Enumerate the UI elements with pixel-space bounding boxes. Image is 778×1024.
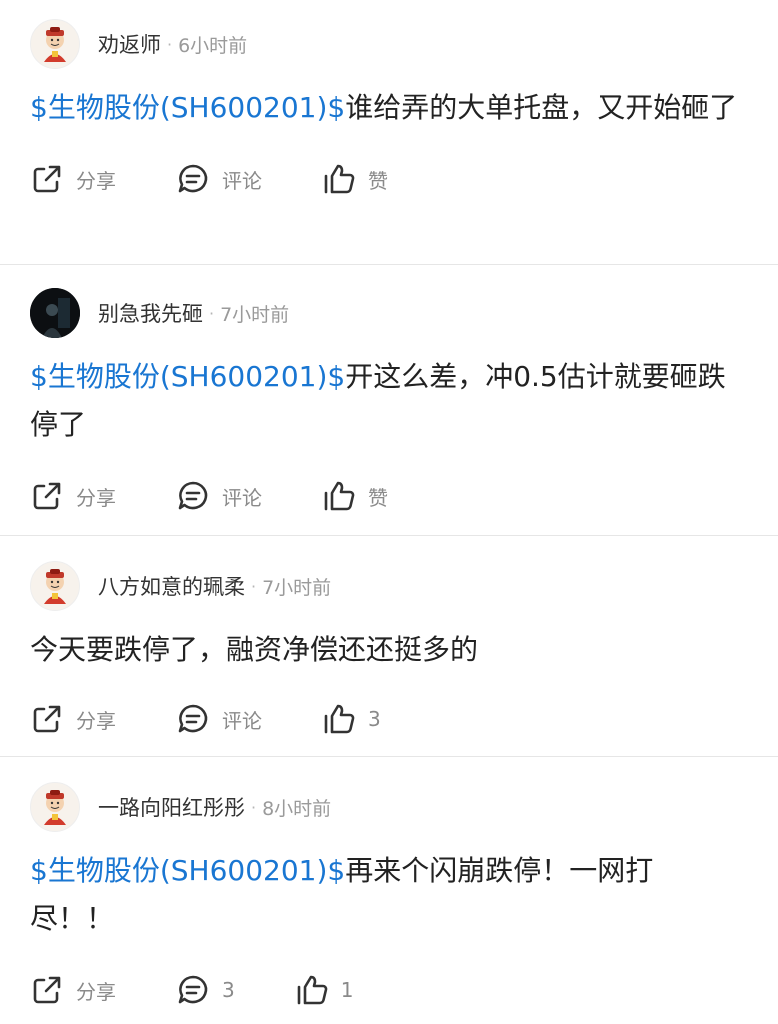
comment-count: 3 — [222, 978, 235, 1002]
stock-link[interactable]: $生物股份(SH600201)$ — [30, 360, 345, 393]
comment-button[interactable]: 3 — [176, 973, 235, 1007]
share-icon — [33, 705, 61, 733]
timestamp: 7小时前 — [220, 303, 290, 326]
god-of-wealth-avatar-icon — [44, 569, 66, 604]
avatar[interactable] — [30, 561, 80, 611]
action-bar: 分享 评论 赞 — [30, 154, 748, 204]
post-header: 别急我先砸 · 7小时前 — [30, 265, 748, 343]
dark-photo-avatar-icon — [30, 288, 80, 338]
username[interactable]: 劝返师 — [98, 29, 161, 59]
like-count: 1 — [340, 978, 354, 1002]
god-of-wealth-avatar-icon — [44, 27, 66, 62]
post-3: 八方如意的珮柔 · 7小时前 今天要跌停了，融资净偿还还挺多的 分享 评论 3 — [0, 536, 778, 756]
comment-button[interactable]: 评论 — [176, 479, 262, 513]
god-of-wealth-avatar-icon — [44, 790, 66, 825]
post-text: 谁给弄的大单托盘，又开始砸了 — [345, 91, 738, 124]
like-button[interactable]: 3 — [322, 702, 381, 736]
post-2: 别急我先砸 · 7小时前 $生物股份(SH600201)$开这么差，冲0.5估计… — [0, 265, 778, 535]
timestamp: 6小时前 — [178, 34, 248, 57]
username[interactable]: 一路向阳红彤彤 — [98, 792, 245, 822]
action-bar: 分享 评论 3 — [30, 694, 748, 744]
thumbs-up-icon — [324, 704, 355, 734]
separator-dot: · — [251, 576, 257, 596]
share-label: 分享 — [76, 979, 116, 1004]
post-header: 八方如意的珮柔 · 7小时前 — [30, 536, 748, 616]
comment-label: 评论 — [222, 485, 262, 510]
post-header: 一路向阳红彤彤 · 8小时前 — [30, 757, 748, 837]
like-button[interactable]: 1 — [295, 973, 354, 1007]
post-content: $生物股份(SH600201)$再来个闪崩跌停！一网打尽！！ — [30, 847, 748, 943]
separator-dot: · — [251, 797, 257, 817]
comment-button[interactable]: 评论 — [176, 162, 262, 196]
like-count: 3 — [368, 707, 381, 731]
share-icon — [33, 976, 61, 1004]
avatar[interactable] — [30, 782, 80, 832]
comment-label: 评论 — [222, 708, 262, 733]
post-content: 今天要跌停了，融资净偿还还挺多的 — [30, 626, 748, 674]
share-button[interactable]: 分享 — [30, 162, 116, 196]
comment-icon — [178, 704, 208, 733]
post-content: $生物股份(SH600201)$谁给弄的大单托盘，又开始砸了 — [30, 84, 748, 132]
thumbs-up-icon — [324, 164, 355, 194]
share-button[interactable]: 分享 — [30, 479, 116, 513]
comment-icon — [178, 164, 208, 193]
separator-dot: · — [167, 34, 173, 54]
stock-link[interactable]: $生物股份(SH600201)$ — [30, 854, 345, 887]
post-content: $生物股份(SH600201)$开这么差，冲0.5估计就要砸跌停了 — [30, 353, 748, 449]
action-bar: 分享 3 1 — [30, 965, 748, 1015]
share-icon — [33, 165, 61, 193]
share-button[interactable]: 分享 — [30, 702, 116, 736]
separator-dot: · — [209, 303, 215, 323]
share-label: 分享 — [76, 168, 116, 193]
share-icon — [33, 482, 61, 510]
thumbs-up-icon — [297, 975, 328, 1005]
share-label: 分享 — [76, 708, 116, 733]
timestamp: 8小时前 — [262, 797, 332, 820]
post-text: 今天要跌停了，融资净偿还还挺多的 — [30, 633, 479, 666]
thumbs-up-icon — [324, 481, 355, 511]
avatar[interactable] — [30, 19, 80, 69]
post-1: 劝返师 · 6小时前 $生物股份(SH600201)$谁给弄的大单托盘，又开始砸… — [0, 0, 778, 264]
share-button[interactable]: 分享 — [30, 973, 116, 1007]
stock-link[interactable]: $生物股份(SH600201)$ — [30, 91, 345, 124]
comment-icon — [178, 975, 208, 1004]
comment-button[interactable]: 评论 — [176, 702, 262, 736]
comment-icon — [178, 481, 208, 510]
like-label: 赞 — [368, 485, 388, 510]
like-label: 赞 — [368, 168, 388, 193]
like-button[interactable]: 赞 — [322, 479, 388, 513]
post-header: 劝返师 · 6小时前 — [30, 0, 748, 74]
like-button[interactable]: 赞 — [322, 162, 388, 196]
action-bar: 分享 评论 赞 — [30, 471, 748, 521]
share-label: 分享 — [76, 485, 116, 510]
username[interactable]: 别急我先砸 — [98, 298, 203, 328]
timestamp: 7小时前 — [262, 576, 332, 599]
comment-label: 评论 — [222, 168, 262, 193]
post-4: 一路向阳红彤彤 · 8小时前 $生物股份(SH600201)$再来个闪崩跌停！一… — [0, 757, 778, 1023]
username[interactable]: 八方如意的珮柔 — [98, 571, 245, 601]
avatar[interactable] — [30, 288, 80, 338]
